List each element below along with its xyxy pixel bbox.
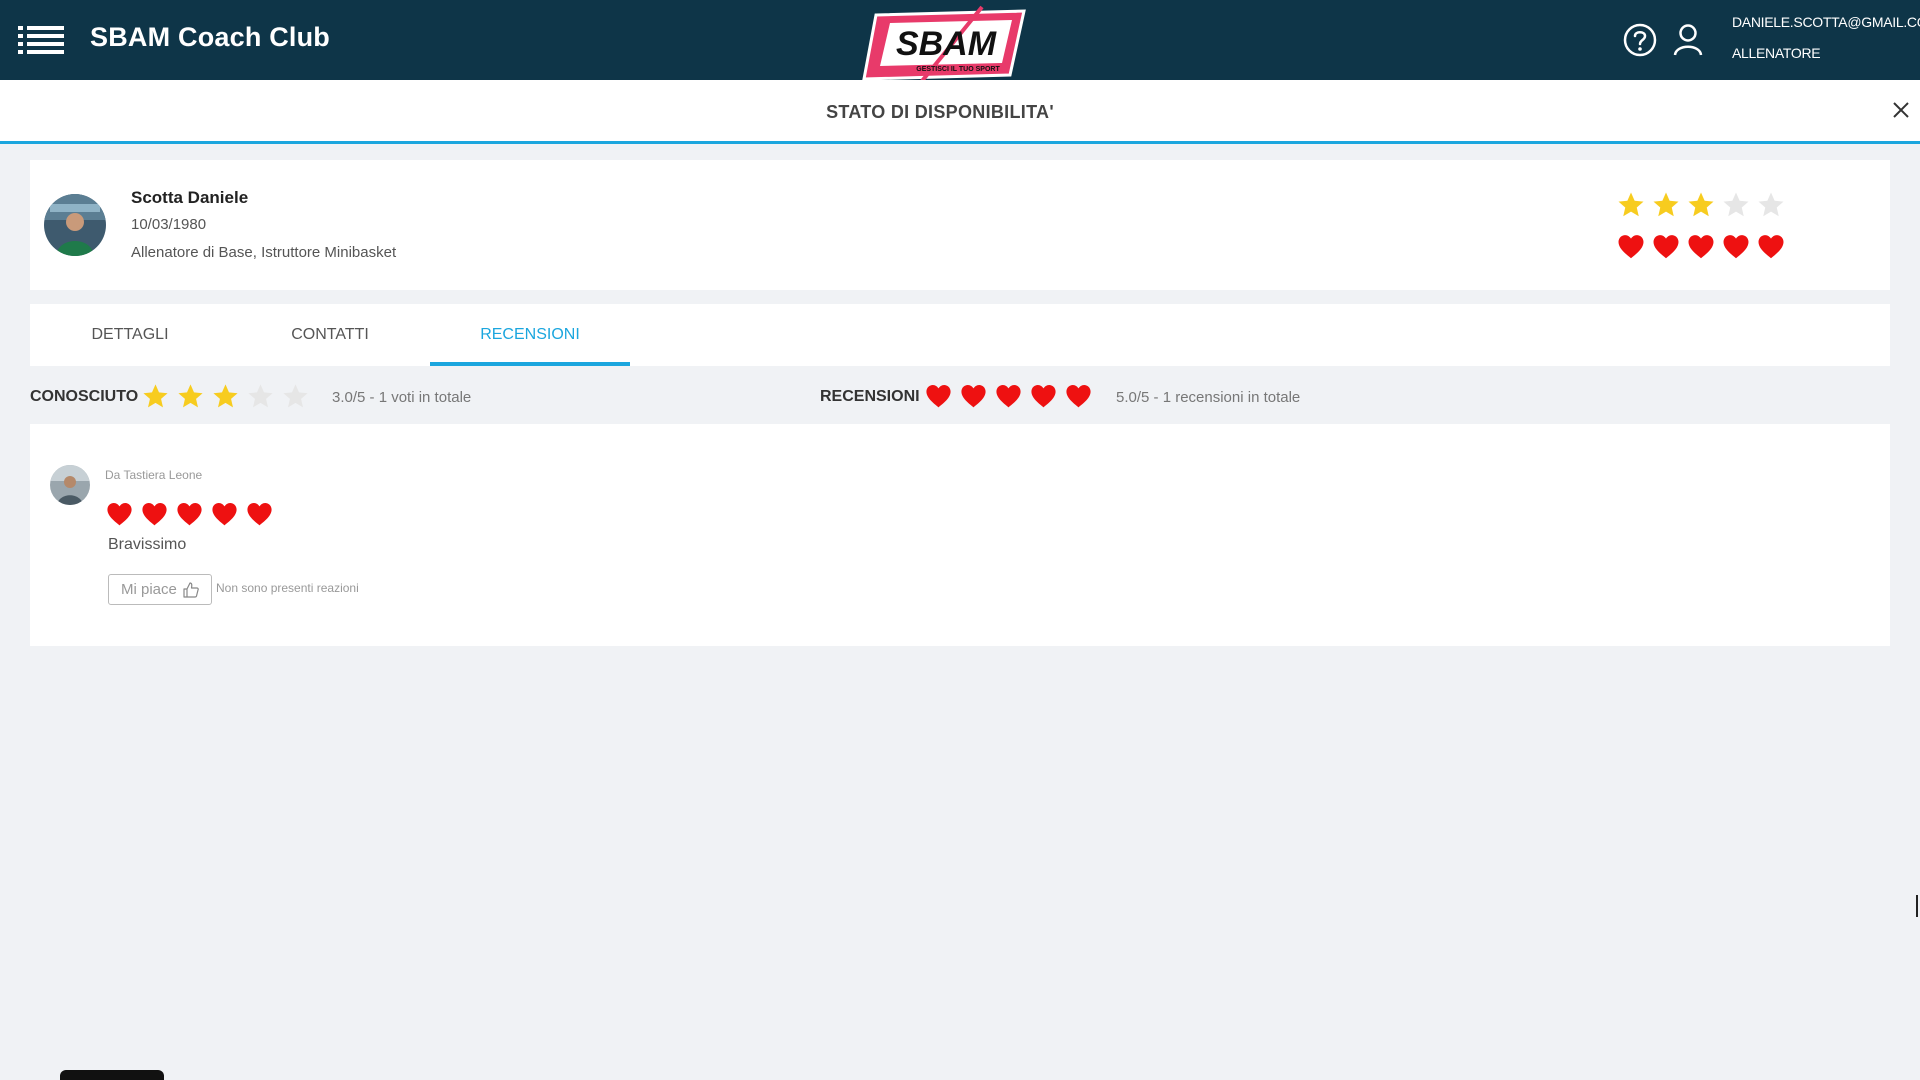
star-icon [1616, 190, 1646, 220]
menu-icon[interactable] [18, 24, 66, 56]
bottom-tab-handle[interactable] [60, 1070, 164, 1080]
sbam-logo[interactable]: SBAM GESTISCI IL TUO SPORT [862, 5, 1030, 83]
heart-icon [175, 500, 204, 529]
star-icon [281, 382, 310, 411]
heart-icon [924, 382, 953, 411]
heart-icon [1721, 232, 1751, 262]
known-label: CONOSCIUTO [30, 388, 139, 405]
reviews-heart-rating [924, 382, 1093, 411]
reviews-label: RECENSIONI [820, 388, 920, 405]
reviews-panel: Da Tastiera Leone Bravissimo Mi piace No… [30, 424, 1890, 646]
star-icon [141, 382, 170, 411]
page-title: STATO DI DISPONIBILITA' [826, 102, 1054, 122]
app-title: SBAM Coach Club [90, 22, 331, 52]
like-button[interactable]: Mi piace [108, 574, 212, 605]
profile-card: Scotta Daniele 10/03/1980 Allenatore di … [30, 160, 1890, 290]
top-bar: SBAM Coach Club SBAM GESTISCI IL TUO SPO… [0, 0, 1920, 83]
star-icon [1651, 190, 1681, 220]
star-icon [1686, 190, 1716, 220]
heart-icon [1651, 232, 1681, 262]
heart-icon [1029, 382, 1058, 411]
thumbs-up-icon [183, 581, 199, 598]
reactions-text: Non sono presenti reazioni [216, 581, 359, 595]
tab-recensioni[interactable]: RECENSIONI [430, 304, 630, 366]
profile-star-rating [1616, 190, 1786, 220]
heart-icon [1616, 232, 1646, 262]
known-summary-text: 3.0/5 - 1 voti in totale [332, 389, 472, 406]
heart-icon [245, 500, 274, 529]
star-icon [1756, 190, 1786, 220]
logo-wordmark: SBAM [896, 25, 997, 63]
user-email: DANIELE.SCOTTA@GMAIL.COM [1732, 14, 1920, 30]
star-icon [1721, 190, 1751, 220]
heart-icon [105, 500, 134, 529]
heart-icon [210, 500, 239, 529]
heart-icon [1064, 382, 1093, 411]
user-icon[interactable] [1670, 22, 1706, 58]
star-icon [211, 382, 240, 411]
text-cursor [1916, 895, 1918, 917]
heart-icon [140, 500, 169, 529]
tab-contatti[interactable]: CONTATTI [230, 304, 430, 366]
reviewer-avatar [50, 465, 90, 505]
profile-role: Allenatore di Base, Istruttore Minibaske… [131, 244, 397, 261]
tab-dettagli[interactable]: DETTAGLI [30, 304, 230, 366]
profile-heart-rating [1616, 232, 1786, 262]
heart-icon [959, 382, 988, 411]
close-icon[interactable] [1891, 100, 1911, 120]
subheader: STATO DI DISPONIBILITA' [0, 80, 1920, 144]
like-button-label: Mi piace [121, 581, 177, 598]
profile-birth-date: 10/03/1980 [131, 216, 207, 233]
review-heart-rating [105, 500, 274, 529]
user-role: ALLENATORE [1732, 45, 1821, 61]
star-icon [246, 382, 275, 411]
tab-bar: DETTAGLI CONTATTI RECENSIONI [30, 304, 1890, 366]
heart-icon [1756, 232, 1786, 262]
heart-icon [1686, 232, 1716, 262]
review-text: Bravissimo [108, 536, 187, 553]
profile-name: Scotta Daniele [131, 188, 249, 207]
logo-tagline: GESTISCI IL TUO SPORT [916, 66, 1000, 73]
star-icon [176, 382, 205, 411]
help-icon[interactable] [1622, 22, 1658, 58]
heart-icon [994, 382, 1023, 411]
reviews-summary-text: 5.0/5 - 1 recensioni in totale [1116, 389, 1301, 406]
avatar [44, 194, 106, 256]
known-star-rating [141, 382, 310, 411]
review-author: Da Tastiera Leone [105, 468, 203, 482]
